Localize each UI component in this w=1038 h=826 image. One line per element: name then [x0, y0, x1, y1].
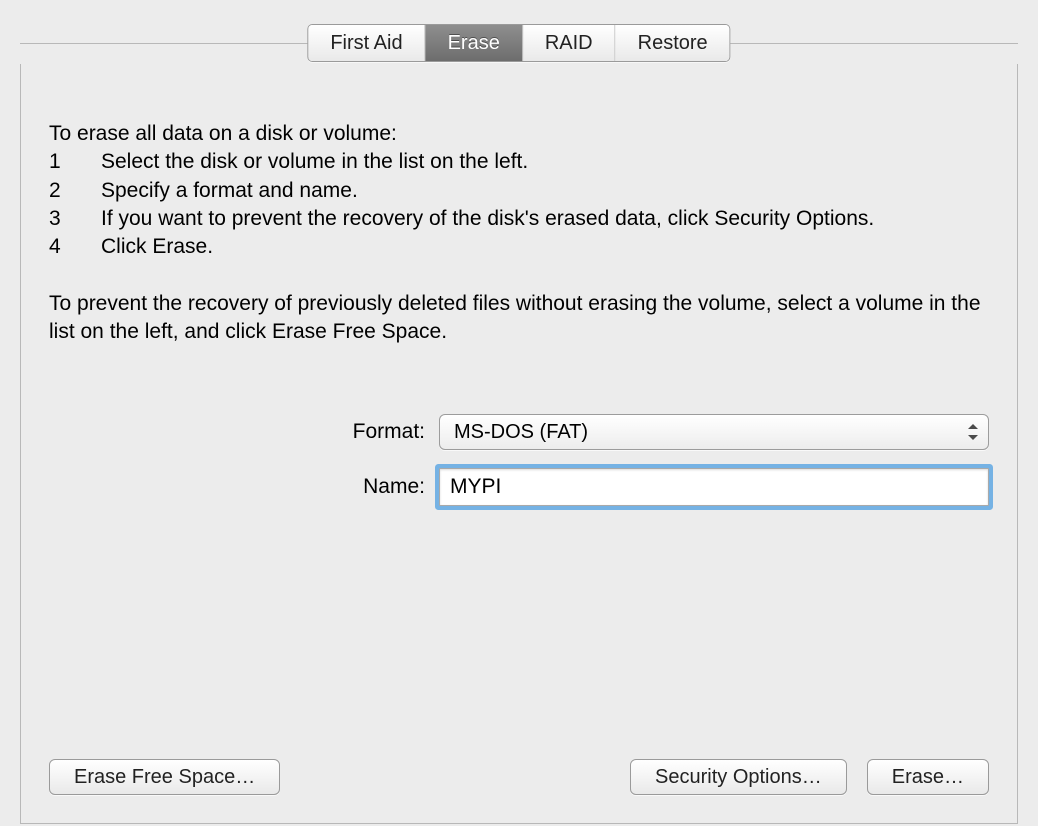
format-label: Format: [49, 420, 439, 444]
instruction-step: 1 Select the disk or volume in the list … [49, 148, 989, 176]
erase-free-space-button[interactable]: Erase Free Space… [49, 759, 280, 795]
format-select[interactable]: MS-DOS (FAT) [439, 414, 989, 450]
name-input[interactable] [439, 468, 989, 506]
tabs: First Aid Erase RAID Restore [307, 24, 730, 62]
step-text: If you want to prevent the recovery of t… [101, 205, 989, 233]
step-number: 1 [49, 148, 101, 176]
instruction-step: 3 If you want to prevent the recovery of… [49, 205, 989, 233]
instruction-step: 4 Click Erase. [49, 233, 989, 261]
step-text: Select the disk or volume in the list on… [101, 148, 989, 176]
format-select-value: MS-DOS (FAT) [454, 421, 588, 444]
security-options-button[interactable]: Security Options… [630, 759, 847, 795]
instruction-step: 2 Specify a format and name. [49, 177, 989, 205]
step-text: Specify a format and name. [101, 177, 989, 205]
step-number: 4 [49, 233, 101, 261]
tab-restore[interactable]: Restore [616, 25, 730, 61]
step-text: Click Erase. [101, 233, 989, 261]
format-row: Format: MS-DOS (FAT) [49, 414, 989, 450]
step-number: 3 [49, 205, 101, 233]
instructions-heading: To erase all data on a disk or volume: [49, 120, 989, 148]
name-label: Name: [49, 475, 439, 499]
instructions: To erase all data on a disk or volume: 1… [49, 120, 989, 346]
button-row: Erase Free Space… Security Options… Eras… [49, 759, 989, 795]
erase-button[interactable]: Erase… [867, 759, 989, 795]
step-number: 2 [49, 177, 101, 205]
instructions-footer: To prevent the recovery of previously de… [49, 290, 989, 347]
tab-first-aid[interactable]: First Aid [308, 25, 425, 61]
erase-form: Format: MS-DOS (FAT) Name: [49, 414, 989, 506]
erase-panel: To erase all data on a disk or volume: 1… [20, 64, 1018, 824]
disk-utility-erase-panel: First Aid Erase RAID Restore To erase al… [0, 0, 1038, 826]
tab-erase[interactable]: Erase [426, 25, 523, 61]
updown-arrows-icon [968, 424, 978, 440]
tab-bar: First Aid Erase RAID Restore [20, 24, 1018, 64]
name-row: Name: [49, 468, 989, 506]
tab-raid[interactable]: RAID [523, 25, 616, 61]
